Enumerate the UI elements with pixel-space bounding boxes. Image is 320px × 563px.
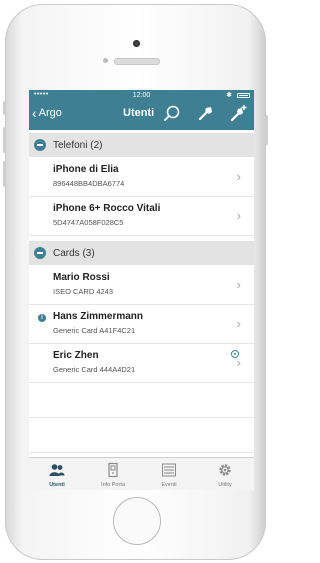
tab-bar: Utenti Info Porta Eventi Utility bbox=[29, 457, 254, 490]
item-subtitle: ISEO CARD 4243 bbox=[53, 287, 114, 296]
status-bar: ••••• 12:00 ✱ bbox=[29, 90, 254, 102]
back-button-label: Argo bbox=[38, 107, 62, 119]
tab-utility[interactable]: Utility bbox=[197, 458, 253, 490]
section-header-phones[interactable]: Telefoni (2) bbox=[29, 133, 254, 157]
tab-label: Info Porta bbox=[101, 482, 125, 488]
item-title: iPhone di Elia bbox=[53, 164, 119, 175]
battery-icon bbox=[237, 93, 250, 98]
list-icon bbox=[162, 463, 176, 477]
item-subtitle: 5D4747A058F028C5 bbox=[53, 218, 124, 227]
door-icon bbox=[108, 462, 118, 478]
item-title: Eric Zhen bbox=[53, 350, 99, 361]
app-screen: ••••• 12:00 ✱ ‹ Argo Utenti Telefoni (2) bbox=[29, 90, 254, 490]
list-item[interactable]: iPhone 6+ Rocco Vitali 5D4747A058F028C5 … bbox=[29, 197, 254, 236]
section-label: Telefoni (2) bbox=[53, 139, 103, 151]
item-subtitle: 896448BB4DBA6774 bbox=[53, 179, 125, 188]
item-subtitle: Generic Card A41F4C21 bbox=[53, 326, 136, 335]
chevron-right-icon: › bbox=[236, 208, 241, 223]
chevron-left-icon: ‹ bbox=[32, 105, 37, 121]
list-item[interactable]: Mario Rossi ISEO CARD 4243 › bbox=[29, 266, 254, 305]
back-button[interactable]: ‹ Argo bbox=[32, 105, 62, 121]
chevron-right-icon: › bbox=[236, 355, 241, 370]
tab-label: Utility bbox=[218, 482, 232, 488]
mute-switch bbox=[3, 101, 6, 115]
list-item[interactable]: Eric Zhen Generic Card 444A4D21 › bbox=[29, 344, 254, 383]
proximity-sensor bbox=[103, 58, 108, 63]
info-badge-icon: i bbox=[38, 314, 46, 322]
item-title: iPhone 6+ Rocco Vitali bbox=[53, 203, 161, 214]
chevron-right-icon: › bbox=[236, 316, 241, 331]
list-item[interactable]: i Hans Zimmermann Generic Card A41F4C21 … bbox=[29, 305, 254, 344]
key-icon[interactable] bbox=[197, 104, 215, 122]
list-item[interactable]: iPhone di Elia 896448BB4DBA6774 › bbox=[29, 158, 254, 197]
empty-row bbox=[29, 418, 254, 453]
volume-up-button bbox=[3, 127, 6, 153]
tab-label: Utenti bbox=[49, 482, 65, 488]
collapse-icon[interactable] bbox=[34, 139, 46, 151]
tab-eventi[interactable]: Eventi bbox=[141, 458, 197, 490]
earpiece-speaker bbox=[114, 58, 160, 65]
chevron-right-icon: › bbox=[236, 169, 241, 184]
bluetooth-icon: ✱ bbox=[226, 92, 232, 99]
add-key-icon[interactable] bbox=[230, 104, 248, 122]
tab-info-porta[interactable]: Info Porta bbox=[85, 458, 141, 490]
collapse-icon[interactable] bbox=[34, 247, 46, 259]
status-time: 12:00 bbox=[132, 92, 151, 99]
section-label: Cards (3) bbox=[53, 247, 95, 259]
tab-label: Eventi bbox=[161, 482, 177, 488]
empty-row bbox=[29, 383, 254, 418]
chevron-right-icon: › bbox=[236, 277, 241, 292]
volume-down-button bbox=[3, 161, 6, 187]
item-title: Hans Zimmermann bbox=[53, 311, 144, 322]
search-icon[interactable] bbox=[163, 104, 181, 122]
users-icon bbox=[49, 464, 65, 476]
item-subtitle: Generic Card 444A4D21 bbox=[53, 365, 136, 374]
front-camera bbox=[133, 40, 140, 47]
navigation-bar: ••••• 12:00 ✱ ‹ Argo Utenti bbox=[29, 90, 254, 130]
home-button[interactable] bbox=[113, 497, 161, 545]
tab-utenti[interactable]: Utenti bbox=[29, 458, 85, 490]
section-header-cards[interactable]: Cards (3) bbox=[29, 241, 254, 265]
gear-icon bbox=[219, 464, 231, 476]
item-title: Mario Rossi bbox=[53, 272, 110, 283]
page-title: Utenti bbox=[123, 107, 155, 119]
power-button bbox=[265, 115, 268, 145]
